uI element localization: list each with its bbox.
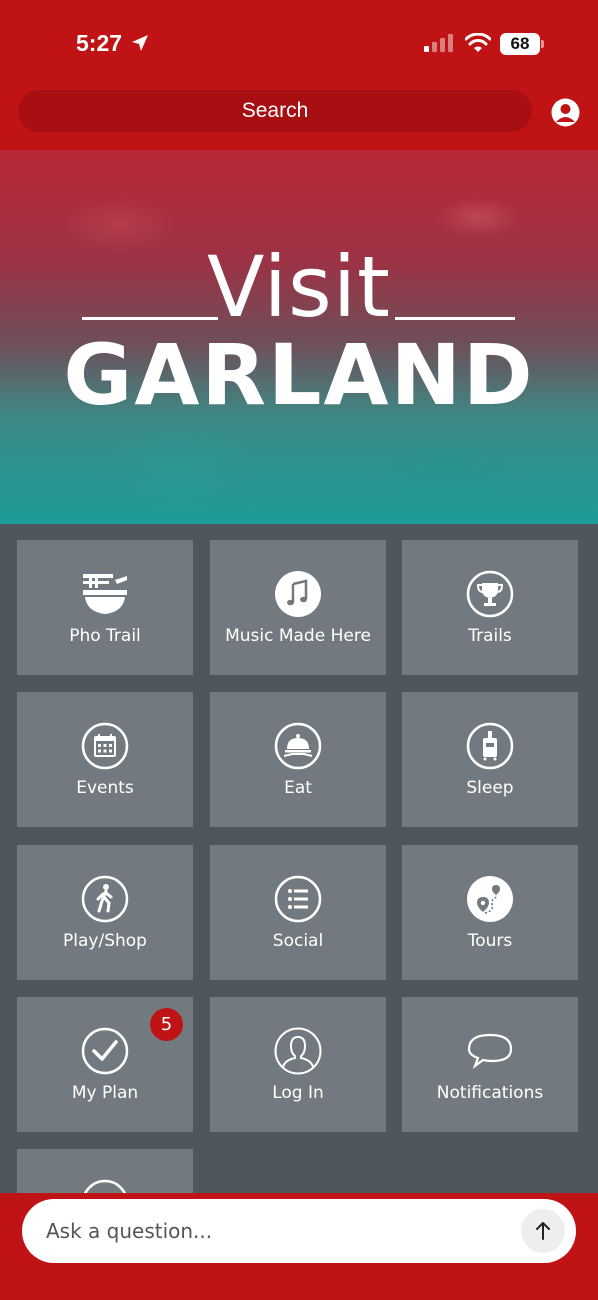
search-bar[interactable]: Search	[18, 90, 532, 132]
trophy-icon	[466, 570, 514, 618]
tile-pho-trail[interactable]: Pho Trail	[17, 540, 193, 675]
arrow-up-icon	[536, 1222, 550, 1240]
tile-label: Notifications	[436, 1083, 544, 1103]
tile-label: Tours	[467, 931, 513, 951]
tile-label: Events	[76, 778, 134, 798]
speech-bubble-icon	[467, 1033, 513, 1070]
list-icon	[274, 875, 322, 923]
battery-indicator: 68	[500, 33, 540, 55]
noodle-bowl-icon	[83, 574, 127, 614]
cloche-icon	[274, 722, 322, 770]
tile-music-made-here[interactable]: Music Made Here	[210, 540, 386, 675]
tile-social[interactable]: Social	[210, 845, 386, 980]
walking-person-icon	[81, 875, 129, 923]
user-outline-icon	[274, 1027, 322, 1075]
tile-label: Play/Shop	[63, 931, 147, 951]
profile-icon[interactable]	[550, 97, 581, 128]
hero-visit-text: Visit	[207, 238, 391, 336]
tile-label: Social	[272, 931, 324, 951]
plan-count-badge: 5	[150, 1008, 183, 1041]
checkmark-icon	[81, 1027, 129, 1075]
tile-notifications[interactable]: Notifications	[402, 997, 578, 1132]
tile-label: Music Made Here	[225, 626, 371, 646]
tile-label: Pho Trail	[69, 626, 141, 646]
tile-trails[interactable]: Trails	[402, 540, 578, 675]
tile-label: Sleep	[466, 778, 514, 798]
location-arrow-icon	[132, 35, 148, 51]
tile-label: My Plan	[71, 1083, 139, 1103]
battery-tip	[541, 40, 544, 48]
tile-play-shop[interactable]: Play/Shop	[17, 845, 193, 980]
tile-label: Trails	[468, 626, 512, 646]
music-note-icon	[275, 571, 321, 617]
calendar-icon	[81, 722, 129, 770]
tile-tours[interactable]: Tours	[402, 845, 578, 980]
send-button[interactable]	[521, 1209, 565, 1253]
tile-events[interactable]: Events	[17, 692, 193, 827]
map-pins-icon	[467, 876, 513, 922]
tile-label: Log In	[272, 1083, 324, 1103]
tile-sleep[interactable]: Sleep	[402, 692, 578, 827]
ask-question-input[interactable]	[22, 1199, 576, 1263]
hero-city-text: GARLAND	[63, 326, 535, 424]
tile-eat[interactable]: Eat	[210, 692, 386, 827]
tile-log-in[interactable]: Log In	[210, 997, 386, 1132]
signal-icon	[424, 34, 453, 52]
wifi-icon	[465, 33, 491, 52]
tile-my-plan[interactable]: My Plan 5	[17, 997, 193, 1132]
luggage-icon	[466, 722, 514, 770]
status-time: 5:27	[76, 30, 123, 56]
tile-label: Eat	[284, 778, 312, 798]
